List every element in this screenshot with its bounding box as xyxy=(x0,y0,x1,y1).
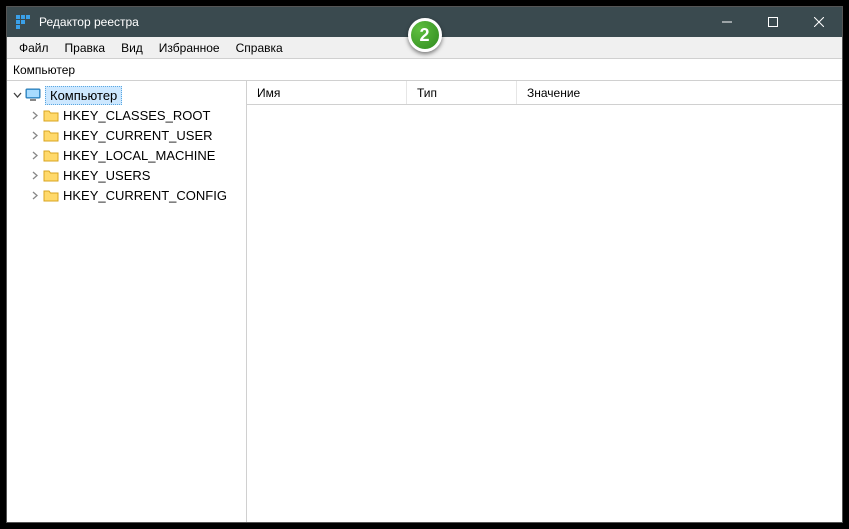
menu-help[interactable]: Справка xyxy=(228,39,291,57)
tree-item-hku[interactable]: HKEY_USERS xyxy=(7,165,246,185)
tree-item-label: HKEY_CLASSES_ROOT xyxy=(63,108,210,123)
folder-icon xyxy=(43,148,59,162)
tree-root[interactable]: Компьютер xyxy=(7,85,246,105)
folder-icon xyxy=(43,168,59,182)
window-title: Редактор реестра xyxy=(39,15,139,29)
menu-file[interactable]: Файл xyxy=(11,39,57,57)
tree-item-hklm[interactable]: HKEY_LOCAL_MACHINE xyxy=(7,145,246,165)
chevron-down-icon[interactable] xyxy=(13,91,25,100)
chevron-right-icon[interactable] xyxy=(31,191,43,200)
column-name[interactable]: Имя xyxy=(247,81,407,104)
chevron-right-icon[interactable] xyxy=(31,151,43,160)
tree-item-label: HKEY_USERS xyxy=(63,168,150,183)
minimize-button[interactable] xyxy=(704,7,750,37)
chevron-right-icon[interactable] xyxy=(31,111,43,120)
menu-favorites[interactable]: Избранное xyxy=(151,39,228,57)
close-button[interactable] xyxy=(796,7,842,37)
address-path: Компьютер xyxy=(13,63,75,77)
computer-icon xyxy=(25,88,41,102)
value-list: Имя Тип Значение xyxy=(247,81,842,522)
tree-root-label: Компьютер xyxy=(45,86,122,105)
registry-editor-window: Редактор реестра Файл Правка Вид Избранн… xyxy=(6,6,843,523)
tree-item-hkcc[interactable]: HKEY_CURRENT_CONFIG xyxy=(7,185,246,205)
folder-icon xyxy=(43,188,59,202)
tree-item-label: HKEY_LOCAL_MACHINE xyxy=(63,148,215,163)
menu-view[interactable]: Вид xyxy=(113,39,151,57)
address-bar[interactable]: Компьютер xyxy=(7,59,842,81)
registry-tree[interactable]: Компьютер HKEY_CLASSES_ROOT xyxy=(7,81,247,522)
list-body[interactable] xyxy=(247,105,842,522)
chevron-right-icon[interactable] xyxy=(31,131,43,140)
list-header: Имя Тип Значение xyxy=(247,81,842,105)
app-icon xyxy=(15,14,31,30)
step-badge: 2 xyxy=(408,18,442,52)
menu-edit[interactable]: Правка xyxy=(57,39,114,57)
column-value[interactable]: Значение xyxy=(517,81,842,104)
tree-item-label: HKEY_CURRENT_USER xyxy=(63,128,213,143)
folder-icon xyxy=(43,128,59,142)
tree-item-hkcr[interactable]: HKEY_CLASSES_ROOT xyxy=(7,105,246,125)
chevron-right-icon[interactable] xyxy=(31,171,43,180)
tree-item-label: HKEY_CURRENT_CONFIG xyxy=(63,188,227,203)
tree-item-hkcu[interactable]: HKEY_CURRENT_USER xyxy=(7,125,246,145)
folder-icon xyxy=(43,108,59,122)
column-type[interactable]: Тип xyxy=(407,81,517,104)
maximize-button[interactable] xyxy=(750,7,796,37)
